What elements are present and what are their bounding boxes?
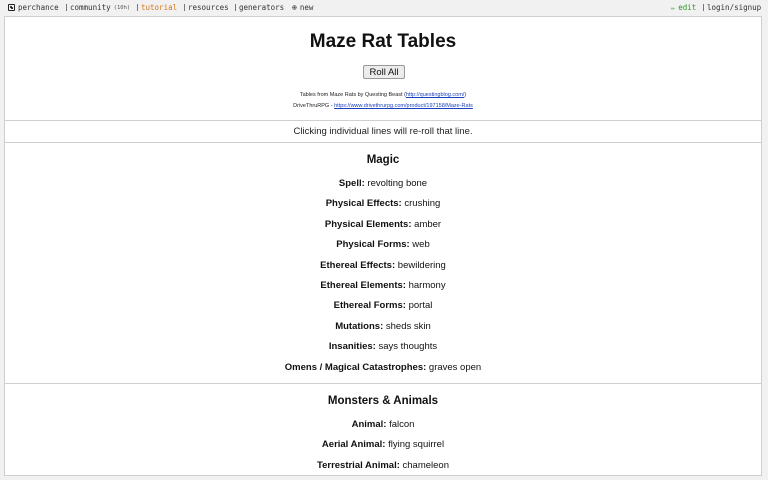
main-panel: Maze Rat Tables Roll All Tables from Maz… xyxy=(4,16,762,476)
row-value: chameleon xyxy=(402,460,449,471)
row-label: Spell: xyxy=(338,178,365,189)
divider xyxy=(5,120,761,121)
table-row[interactable]: Spell: revolting bone xyxy=(5,178,761,189)
row-value: amber xyxy=(414,219,442,230)
nav-login-label: login/signup xyxy=(707,3,762,12)
row-value: crushing xyxy=(404,198,441,209)
table-row[interactable]: Ethereal Forms: portal xyxy=(5,300,761,311)
credit-line-2: DriveThruRPG - https://www.drivethrurpg.… xyxy=(5,103,761,109)
row-value: says thoughts xyxy=(378,341,438,352)
reroll-hint: Clicking individual lines will re-roll t… xyxy=(293,126,473,137)
nav-resources-label: resources xyxy=(188,3,229,12)
table-row[interactable]: Insanities: says thoughts xyxy=(5,341,761,352)
section-title-monsters-animals: Monsters & Animals xyxy=(327,395,439,407)
row-value: graves open xyxy=(428,362,482,373)
list-icon xyxy=(235,4,236,11)
row-label: Animal: xyxy=(351,419,387,430)
table-row[interactable]: Physical Forms: web xyxy=(5,239,761,250)
credit-line-1-suffix: ) xyxy=(464,92,467,98)
pencil-icon: ✏ xyxy=(671,3,676,12)
nav-generators[interactable]: generators xyxy=(235,3,284,12)
section-title-magic: Magic xyxy=(366,154,400,166)
table-row[interactable]: Physical Effects: crushing xyxy=(5,198,761,209)
row-label: Physical Forms: xyxy=(336,239,410,250)
row-value: web xyxy=(412,239,430,250)
table-row[interactable]: Ethereal Elements: harmony xyxy=(5,280,761,291)
nav-new-label: new xyxy=(299,3,314,12)
credit-line-2-prefix: DriveThruRPG - xyxy=(293,103,335,109)
credit-line-1-prefix: Tables from Maze Rats by Questing Beast … xyxy=(299,92,406,98)
row-value: flying squirrel xyxy=(388,439,445,450)
dice-icon xyxy=(8,4,15,11)
nav-new[interactable]: ⊕ new xyxy=(292,3,313,12)
plus-circle-icon: ⊕ xyxy=(292,2,297,12)
nav-resources[interactable]: resources xyxy=(184,3,229,12)
row-label: Physical Effects: xyxy=(325,198,402,209)
row-label: Omens / Magical Catastrophes: xyxy=(284,362,427,373)
questingblog-link[interactable]: http://questingblog.com/ xyxy=(406,92,464,98)
user-icon xyxy=(703,4,704,11)
divider xyxy=(5,142,761,143)
row-label: Mutations: xyxy=(335,321,384,332)
row-label: Terrestrial Animal: xyxy=(316,460,400,471)
row-label: Physical Elements: xyxy=(324,219,412,230)
nav-tutorial-label: tutorial xyxy=(141,3,178,12)
nav-edit[interactable]: ✏ edit xyxy=(671,3,696,12)
table-row[interactable]: Mutations: sheds skin xyxy=(5,321,761,332)
drivethrurpg-link[interactable]: https://www.drivethrurpg.com/product/197… xyxy=(334,103,473,109)
row-label: Ethereal Effects: xyxy=(320,260,396,271)
page-title: Maze Rat Tables xyxy=(309,31,457,52)
credit-line-1: Tables from Maze Rats by Questing Beast … xyxy=(5,92,761,98)
row-value: bewildering xyxy=(397,260,446,271)
nav-login[interactable]: login/signup xyxy=(703,3,761,12)
row-value: harmony xyxy=(408,280,446,291)
row-value: falcon xyxy=(389,419,415,430)
table-row[interactable]: Omens / Magical Catastrophes: graves ope… xyxy=(5,362,761,373)
chat-icon xyxy=(66,4,67,11)
row-label: Ethereal Forms: xyxy=(333,300,406,311)
community-badge: (10h) xyxy=(113,4,131,11)
row-value: portal xyxy=(408,300,433,311)
nav-perchance-label: perchance xyxy=(18,3,59,12)
roll-all-button[interactable]: Roll All xyxy=(363,65,405,79)
nav-tutorial[interactable]: tutorial xyxy=(137,3,177,12)
row-value: sheds skin xyxy=(385,321,431,332)
row-value: revolting bone xyxy=(367,178,428,189)
nav-generators-label: generators xyxy=(239,3,285,12)
row-label: Ethereal Elements: xyxy=(320,280,406,291)
table-row[interactable]: Aerial Animal: flying squirrel xyxy=(5,439,761,450)
table-row[interactable]: Animal: falcon xyxy=(5,419,761,430)
folder-icon xyxy=(184,4,185,11)
table-row[interactable]: Physical Elements: amber xyxy=(5,219,761,230)
table-row[interactable]: Terrestrial Animal: chameleon xyxy=(5,460,761,471)
nav-community[interactable]: community (10h) xyxy=(66,3,130,12)
top-nav-bar: perchance community (10h) tutorial resou… xyxy=(0,0,768,16)
nav-edit-label: edit xyxy=(678,3,697,12)
row-label: Aerial Animal: xyxy=(321,439,386,450)
table-row[interactable]: Ethereal Effects: bewildering xyxy=(5,260,761,271)
row-label: Insanities: xyxy=(328,341,376,352)
nav-perchance[interactable]: perchance xyxy=(8,3,59,12)
nav-community-label: community xyxy=(70,3,111,12)
divider xyxy=(5,383,761,384)
book-icon xyxy=(137,4,138,11)
